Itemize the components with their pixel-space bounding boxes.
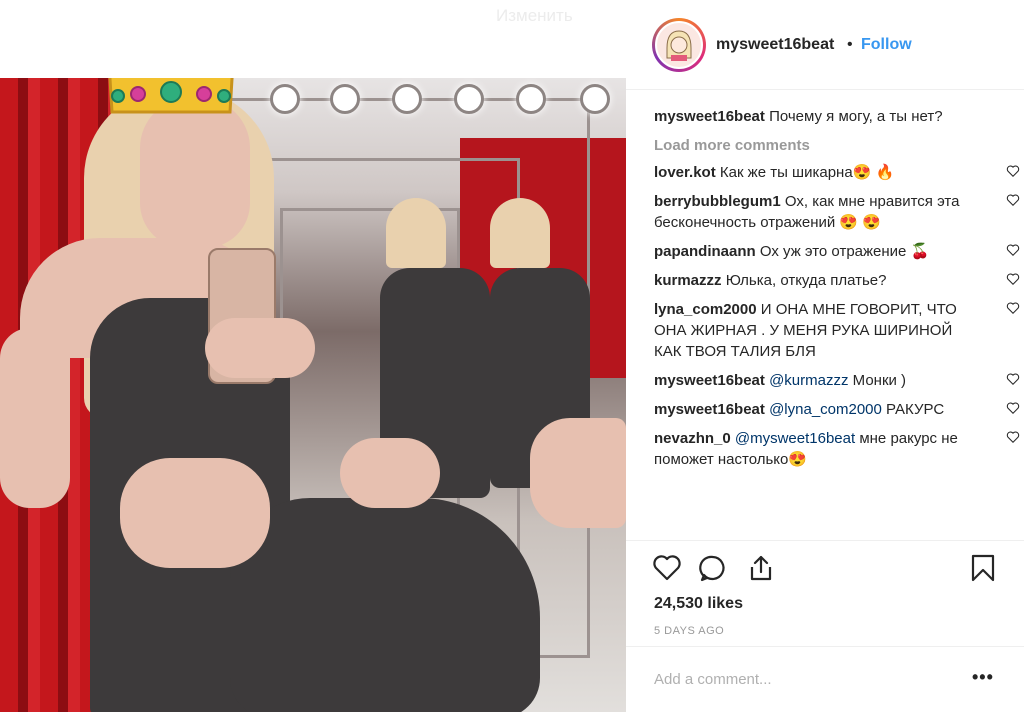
- comment-text: РАКУРС: [881, 401, 945, 418]
- add-comment-bar: •••: [626, 646, 1024, 712]
- comment-username[interactable]: papandinaann: [654, 243, 756, 260]
- comment-username[interactable]: lover.kot: [654, 164, 716, 181]
- comment-item: lover.kot Как же ты шикарна😍 🔥: [654, 162, 1020, 183]
- heart-icon[interactable]: [652, 553, 682, 583]
- vanity-light: [516, 84, 546, 114]
- subject-knee: [340, 438, 440, 508]
- crown-icon: [108, 78, 234, 114]
- load-more-comments-button[interactable]: Load more comments: [654, 137, 1000, 154]
- separator-dot: •: [847, 36, 853, 53]
- vanity-light: [270, 84, 300, 114]
- heart-outline-icon[interactable]: [1006, 301, 1020, 315]
- more-options-button[interactable]: •••: [972, 667, 994, 688]
- comments-list: mysweet16beat Почему я могу, а ты нет? L…: [654, 106, 1020, 478]
- vanity-light: [454, 84, 484, 114]
- post-photo[interactable]: [0, 78, 626, 712]
- comment-username[interactable]: mysweet16beat: [654, 372, 765, 389]
- comment-item: berrybubblegum1 Ох, как мне нравится эта…: [654, 191, 1020, 233]
- post-side-panel: mysweet16beat • Follow mysweet16beat Поч…: [626, 0, 1024, 712]
- avatar-image: [655, 21, 703, 69]
- heart-outline-icon[interactable]: [1006, 272, 1020, 286]
- post-username[interactable]: mysweet16beat: [716, 36, 834, 54]
- comment-username[interactable]: lyna_com2000: [654, 301, 757, 318]
- comment-item: lyna_com2000 И ОНА МНЕ ГОВОРИТ, ЧТО ОНА …: [654, 299, 1020, 362]
- edit-ghost-label: Изменить: [496, 6, 573, 25]
- post-header: mysweet16beat • Follow: [626, 0, 1024, 90]
- bookmark-icon[interactable]: [968, 553, 998, 583]
- comment-icon[interactable]: [698, 553, 728, 583]
- caption-username[interactable]: mysweet16beat: [654, 108, 765, 125]
- avatar[interactable]: [652, 18, 706, 72]
- reflection-leg: [530, 418, 626, 528]
- heart-outline-icon[interactable]: [1006, 401, 1020, 415]
- comment-mention[interactable]: @lyna_com2000: [769, 401, 882, 418]
- subject-arm: [0, 328, 70, 508]
- comment-mention[interactable]: @kurmazzz: [769, 372, 848, 389]
- comment-username[interactable]: nevazhn_0: [654, 430, 731, 447]
- comment-username[interactable]: mysweet16beat: [654, 401, 765, 418]
- caption-text: Почему я могу, а ты нет?: [769, 108, 943, 125]
- heart-outline-icon[interactable]: [1006, 193, 1020, 207]
- post-actions: 24,530 likes 5 DAYS AGO: [626, 540, 1024, 652]
- comment-text: Юлька, откуда платье?: [725, 272, 887, 289]
- avatar-face-icon: [666, 30, 692, 61]
- heart-outline-icon[interactable]: [1006, 372, 1020, 386]
- share-icon[interactable]: [746, 553, 776, 583]
- vanity-light: [330, 84, 360, 114]
- comment-text: Ох уж это отражение 🍒: [759, 243, 930, 260]
- heart-outline-icon[interactable]: [1006, 243, 1020, 257]
- subject-face: [140, 98, 250, 248]
- comment-item: nevazhn_0 @mysweet16beat мне ракурс не п…: [654, 428, 1020, 470]
- follow-button[interactable]: Follow: [861, 36, 912, 54]
- photo-top-strip: Изменить: [0, 0, 626, 78]
- reflection-hair: [490, 198, 550, 268]
- comment-mention[interactable]: @mysweet16beat: [735, 430, 855, 447]
- comment-text: Монки ): [848, 372, 907, 389]
- comment-item: mysweet16beat @lyna_com2000 РАКУРС: [654, 399, 1020, 420]
- post-caption: mysweet16beat Почему я могу, а ты нет?: [654, 106, 1000, 127]
- comment-text: Как же ты шикарна😍 🔥: [719, 164, 895, 181]
- comment-item: mysweet16beat @kurmazzz Монки ): [654, 370, 1020, 391]
- heart-outline-icon[interactable]: [1006, 164, 1020, 178]
- subject-hand: [120, 458, 270, 568]
- comment-username[interactable]: kurmazzz: [654, 272, 722, 289]
- vanity-light: [580, 84, 610, 114]
- add-comment-input[interactable]: [654, 667, 954, 691]
- comment-item: papandinaann Ох уж это отражение 🍒: [654, 241, 1020, 262]
- post-timestamp[interactable]: 5 DAYS AGO: [654, 625, 724, 637]
- heart-outline-icon[interactable]: [1006, 430, 1020, 444]
- subject-dress-lower: [230, 498, 540, 712]
- comment-username[interactable]: berrybubblegum1: [654, 193, 781, 210]
- subject-phone-hand: [205, 318, 315, 378]
- likes-count[interactable]: 24,530 likes: [654, 595, 743, 613]
- comment-item: kurmazzz Юлька, откуда платье?: [654, 270, 1020, 291]
- reflection-hair: [386, 198, 446, 268]
- vanity-light: [392, 84, 422, 114]
